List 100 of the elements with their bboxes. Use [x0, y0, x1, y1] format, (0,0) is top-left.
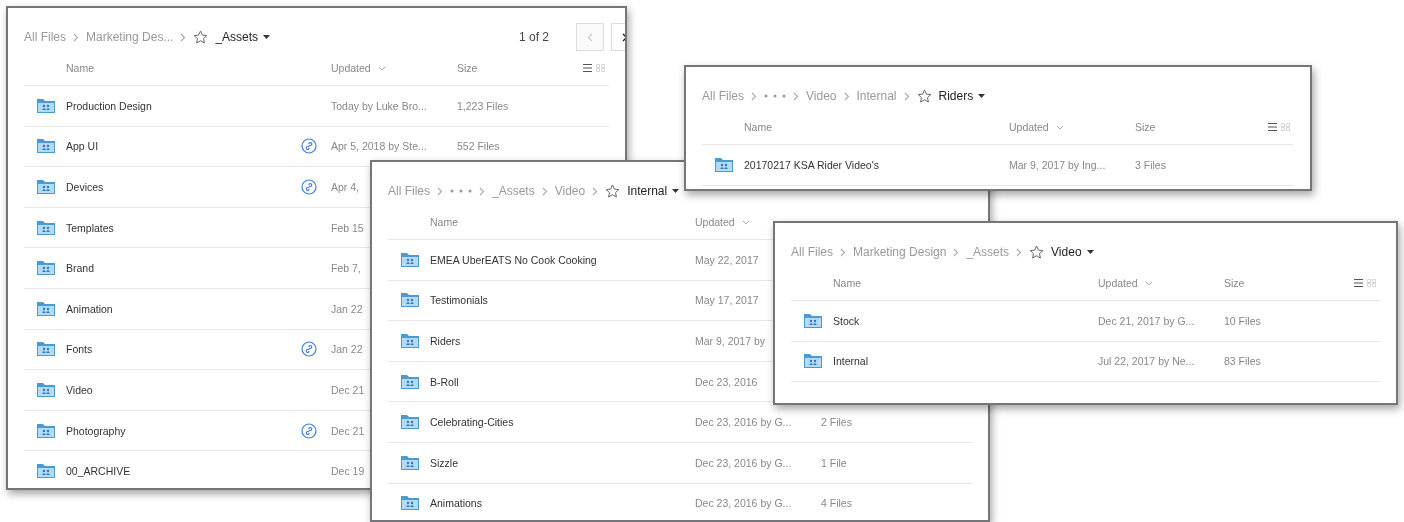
updated-text: Apr 5, 2018 by Ste... — [331, 140, 427, 153]
folder-icon — [36, 381, 56, 398]
size-column-header[interactable]: Size — [1135, 121, 1156, 133]
chevron-right-icon — [180, 32, 187, 42]
folder-name[interactable]: Video — [66, 383, 93, 396]
updated-text: Feb 7, — [331, 262, 361, 275]
updated-text: Dec 21 — [331, 424, 365, 437]
folder-name[interactable]: Internal — [833, 355, 869, 368]
page-count: 1 of 2 — [518, 30, 549, 44]
chevron-right-icon — [953, 247, 960, 257]
folder-icon — [714, 156, 734, 173]
folder-name[interactable]: EMEA UberEATS No Cook Cooking — [430, 253, 597, 266]
folder-name[interactable]: Devices — [66, 181, 104, 193]
updated-text: Jul 22, 2017 by Ne... — [1098, 355, 1195, 368]
folder-icon — [36, 97, 56, 114]
size-text: 1,223 Files — [457, 99, 509, 112]
folder-name[interactable]: B-Roll — [430, 375, 459, 388]
folder-name[interactable]: Fonts — [66, 343, 93, 356]
star-icon[interactable] — [193, 30, 209, 44]
folder-name[interactable]: Stock — [833, 314, 860, 327]
folder-title-button[interactable]: Video — [1051, 245, 1094, 259]
folder-icon — [400, 495, 420, 512]
chevron-right-icon — [73, 32, 79, 42]
updated-column-header[interactable]: Updated — [1098, 277, 1153, 289]
star-icon[interactable] — [605, 184, 621, 198]
link-icon[interactable] — [301, 138, 317, 155]
folder-name[interactable]: Animation — [66, 302, 113, 315]
chevron-right-icon — [843, 91, 850, 101]
caret-icon — [978, 94, 986, 98]
folder-name[interactable]: Production Design — [66, 99, 152, 112]
folder-icon — [36, 138, 56, 155]
link-icon[interactable] — [301, 341, 317, 358]
folder-title-button[interactable]: Internal — [627, 184, 680, 198]
updated-column-header[interactable]: Updated — [331, 62, 386, 74]
name-column-header[interactable]: Name — [430, 216, 458, 228]
size-text: 552 Files — [457, 140, 500, 153]
name-column-header[interactable]: Name — [66, 62, 94, 74]
folder-name[interactable]: App UI — [66, 140, 99, 153]
updated-text: Dec 23, 2016 by G... — [695, 416, 792, 429]
list-view-icon[interactable] — [1354, 279, 1363, 287]
caret-icon — [1086, 250, 1094, 254]
folder-name[interactable]: Sizzle — [430, 456, 458, 469]
updated-text: May 17, 2017 — [695, 294, 759, 307]
size-text: 3 Files — [1135, 158, 1166, 171]
chevron-right-icon — [793, 91, 799, 101]
size-column-header[interactable]: Size — [1224, 277, 1245, 289]
folder-name[interactable]: Riders — [430, 335, 461, 347]
chevron-right-icon — [751, 91, 757, 101]
folder-icon — [36, 341, 56, 358]
folder-icon — [36, 300, 56, 317]
folder-icon — [400, 292, 420, 309]
ellipsis-icon[interactable] — [450, 189, 472, 193]
star-icon[interactable] — [916, 89, 932, 103]
folder-icon — [400, 454, 420, 471]
folder-icon — [803, 353, 823, 370]
folder-name[interactable]: 20170217 KSA Rider Video's — [744, 158, 879, 171]
updated-text: Today by Luke Bro... — [331, 99, 427, 112]
folder-icon — [36, 179, 56, 195]
folder-name[interactable]: Testimonials — [430, 294, 488, 307]
size-text: 10 Files — [1224, 314, 1261, 327]
updated-column-header[interactable]: Updated — [695, 216, 750, 228]
folder-name[interactable]: Celebrating-Cities — [430, 416, 514, 429]
folder-title-button[interactable]: _Assets — [215, 30, 271, 44]
chevron-down-icon — [1144, 280, 1153, 286]
list-view-icon[interactable] — [1268, 123, 1277, 131]
size-column-header[interactable]: Size — [457, 62, 478, 74]
name-column-header[interactable]: Name — [744, 121, 772, 133]
chevron-down-icon — [377, 65, 386, 71]
chevron-right-icon — [541, 186, 548, 196]
size-text: 2 Files — [821, 416, 852, 429]
folder-name[interactable]: Brand — [66, 262, 95, 275]
folder-icon — [400, 373, 420, 390]
size-text: 4 Files — [821, 497, 852, 510]
folder-icon — [36, 219, 56, 236]
ellipsis-icon[interactable] — [764, 94, 786, 98]
link-icon[interactable] — [301, 179, 317, 195]
chevron-right-icon — [1016, 247, 1023, 257]
updated-text: Feb 15 — [331, 221, 364, 234]
name-column-header[interactable]: Name — [833, 277, 861, 289]
caret-icon — [263, 35, 271, 39]
star-icon[interactable] — [1029, 245, 1045, 259]
updated-text: Apr 4, — [331, 181, 359, 193]
folder-name[interactable]: Templates — [66, 221, 114, 234]
folder-icon — [803, 312, 823, 329]
folder-icon — [36, 422, 56, 439]
link-icon[interactable] — [301, 422, 317, 439]
folder-icon — [400, 414, 420, 431]
caret-icon — [672, 189, 680, 193]
folder-name[interactable]: Photography — [66, 424, 126, 437]
size-text: 83 Files — [1224, 355, 1261, 368]
updated-column-header[interactable]: Updated — [1009, 121, 1064, 133]
updated-text: Dec 21 — [331, 383, 365, 396]
folder-title-button[interactable]: Riders — [938, 89, 986, 103]
chevron-left-icon — [587, 32, 593, 42]
updated-text: Dec 23, 2016 by G... — [695, 456, 792, 469]
updated-text: Dec 23, 2016 — [695, 375, 758, 388]
folder-name[interactable]: Animations — [430, 497, 482, 510]
list-view-icon[interactable] — [583, 64, 592, 72]
folder-icon — [36, 260, 56, 277]
folder-name[interactable]: 00_ARCHIVE — [66, 465, 131, 478]
